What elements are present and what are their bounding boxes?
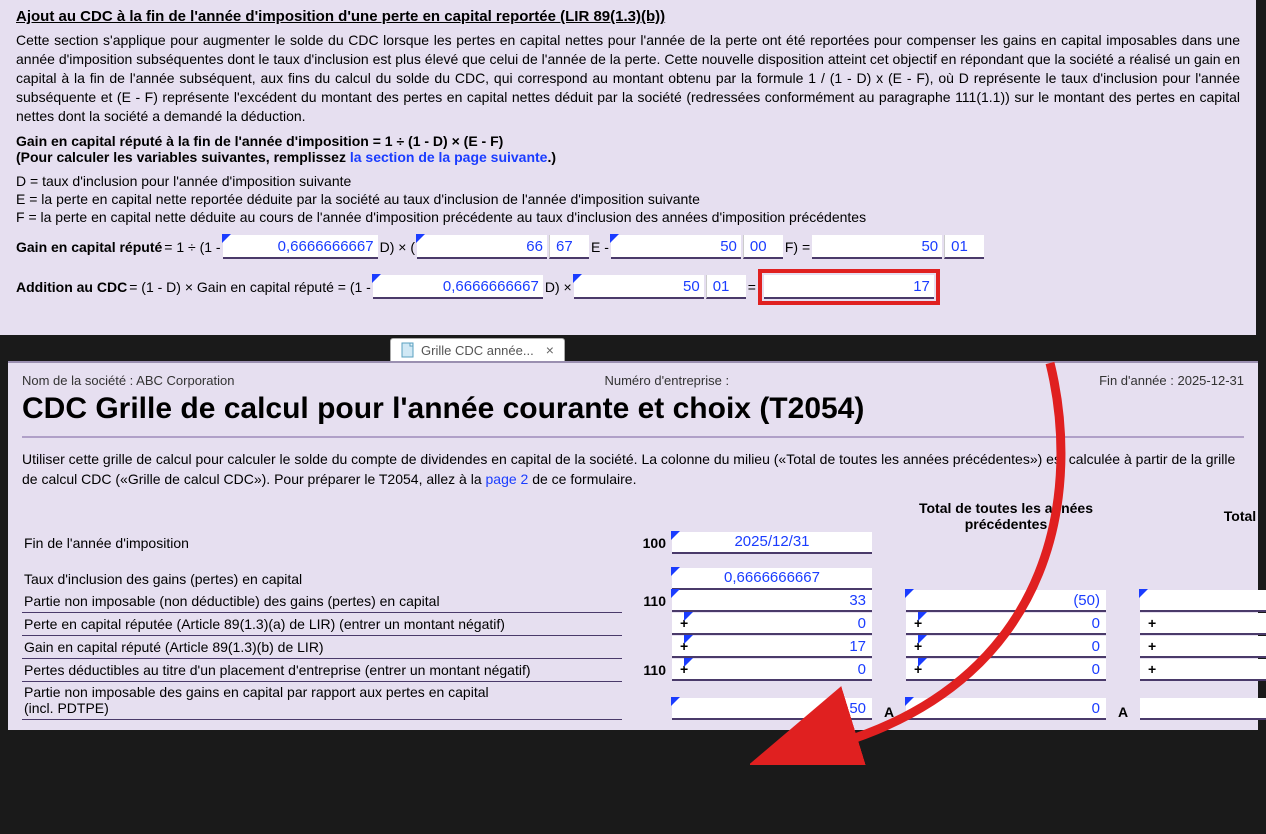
txt: F) = <box>785 239 810 255</box>
txt: E - <box>591 239 609 255</box>
intro-paragraph: Cette section s'applique pour augmenter … <box>16 31 1240 125</box>
row-partie-label: Partie non imposable des gains en capita… <box>22 682 622 721</box>
top-section: Ajout au CDC à la fin de l'année d'impos… <box>0 0 1256 335</box>
field-f-int[interactable]: 50 <box>611 235 741 259</box>
row-100-val[interactable]: 2025/12/31 <box>672 532 872 554</box>
field-e-int[interactable]: 66 <box>417 235 547 259</box>
def-e: E = la perte en capital nette reportée d… <box>16 191 1240 207</box>
intro-b: de ce formulaire. <box>528 471 636 487</box>
formula-suffix: .) <box>547 149 556 165</box>
tab-bar: Grille CDC année... × <box>390 335 630 361</box>
company-name: Nom de la société : ABC Corporation <box>22 373 234 388</box>
result-highlight: 17 <box>758 269 940 305</box>
row-incl-val[interactable]: 0,6666666667 <box>672 568 872 590</box>
field-res-int[interactable]: 50 <box>812 235 942 259</box>
def-d: D = taux d'inclusion pour l'année d'impo… <box>16 173 1240 189</box>
row-perte-v2[interactable]: +0 <box>906 613 1106 635</box>
page-title: CDC Grille de calcul pour l'année couran… <box>22 392 1244 426</box>
field-e-dec[interactable]: 67 <box>549 235 589 259</box>
divider <box>22 436 1244 438</box>
txt: D) × ( <box>380 239 415 255</box>
col-right-header: Total <box>1140 508 1266 524</box>
calc-row-gain: Gain en capital réputé = 1 ÷ (1 - 0,6666… <box>16 235 1240 259</box>
bottom-section: Nom de la société : ABC Corporation Numé… <box>8 361 1258 730</box>
row-pertes110-v1[interactable]: +0 <box>672 659 872 681</box>
row-partie-v1[interactable]: 50 <box>672 698 872 720</box>
row-100-label: Fin de l'année d'imposition <box>22 532 622 554</box>
row-110-v1[interactable]: 33 <box>672 590 872 612</box>
year-end: Fin d'année : 2025-12-31 <box>1099 373 1244 388</box>
letter-a-1: A <box>872 704 906 720</box>
row-pertes110-v3[interactable]: +0 <box>1140 659 1266 681</box>
document-icon <box>401 342 415 358</box>
gain-eq: = 1 ÷ (1 - <box>164 239 220 255</box>
formula-line-1: Gain en capital réputé à la fin de l'ann… <box>16 133 1240 149</box>
page-2-link[interactable]: page 2 <box>486 471 529 487</box>
intro-text: Utiliser cette grille de calcul pour cal… <box>22 450 1244 489</box>
row-partie-v2[interactable]: 0 <box>906 698 1106 720</box>
calc-row-addition: Addition au CDC = (1 - D) × Gain en capi… <box>16 269 1240 305</box>
formula-line-2: (Pour calculer les variables suivantes, … <box>16 149 1240 165</box>
letter-a-2: A <box>1106 704 1140 720</box>
row-100-num: 100 <box>622 535 672 551</box>
field-d[interactable]: 0,6666666667 <box>223 235 378 259</box>
tab-grille-cdc[interactable]: Grille CDC année... × <box>390 338 565 361</box>
next-page-link[interactable]: la section de la page suivante <box>350 149 548 165</box>
field-f-dec[interactable]: 00 <box>743 235 783 259</box>
row-gain-v3[interactable]: +17 <box>1140 636 1266 658</box>
close-icon[interactable]: × <box>546 342 554 358</box>
section-title: Ajout au CDC à la fin de l'année d'impos… <box>16 8 1240 25</box>
txt: = <box>748 279 756 295</box>
row-110-v2[interactable]: (50) <box>906 590 1106 612</box>
field-g-int[interactable]: 50 <box>574 275 704 299</box>
row-110-num: 110 <box>622 593 672 609</box>
row-pertes110-v2[interactable]: +0 <box>906 659 1106 681</box>
addition-eq: = (1 - D) × Gain en capital réputé = (1 … <box>129 279 371 295</box>
header-row: Nom de la société : ABC Corporation Numé… <box>22 373 1244 388</box>
field-res-dec[interactable]: 01 <box>944 235 984 259</box>
field-g-dec[interactable]: 01 <box>706 275 746 299</box>
row-perte-v3[interactable]: +0 <box>1140 613 1266 635</box>
field-d2[interactable]: 0,6666666667 <box>373 275 543 299</box>
row-perte-v1[interactable]: +0 <box>672 613 872 635</box>
gain-label: Gain en capital réputé <box>16 239 162 255</box>
row-pertes110-num: 110 <box>622 662 672 678</box>
field-addition-result[interactable]: 17 <box>764 275 934 299</box>
row-partie-v3[interactable]: 0 <box>1140 698 1266 720</box>
row-gain-v1[interactable]: +17 <box>672 636 872 658</box>
row-gain-v2[interactable]: +0 <box>906 636 1106 658</box>
formula-prefix: (Pour calculer les variables suivantes, … <box>16 149 350 165</box>
col-mid-header: Total de toutes les années précédentes <box>906 500 1106 532</box>
row-incl-label: Taux d'inclusion des gains (pertes) en c… <box>22 568 622 590</box>
row-110-label: Partie non imposable (non déductible) de… <box>22 590 622 613</box>
tab-label: Grille CDC année... <box>421 343 534 358</box>
row-gain-label: Gain en capital réputé (Article 89(1.3)(… <box>22 636 622 659</box>
row-110-v3[interactable]: (17) <box>1140 590 1266 612</box>
row-pertes110-label: Pertes déductibles au titre d'un placeme… <box>22 659 622 682</box>
business-number: Numéro d'entreprise : <box>604 373 729 388</box>
row-perte-label: Perte en capital réputée (Article 89(1.3… <box>22 613 622 636</box>
calc-grid: Total de toutes les années précédentes T… <box>22 500 1244 721</box>
def-f: F = la perte en capital nette déduite au… <box>16 209 1240 225</box>
addition-label: Addition au CDC <box>16 279 127 295</box>
txt: D) × <box>545 279 572 295</box>
